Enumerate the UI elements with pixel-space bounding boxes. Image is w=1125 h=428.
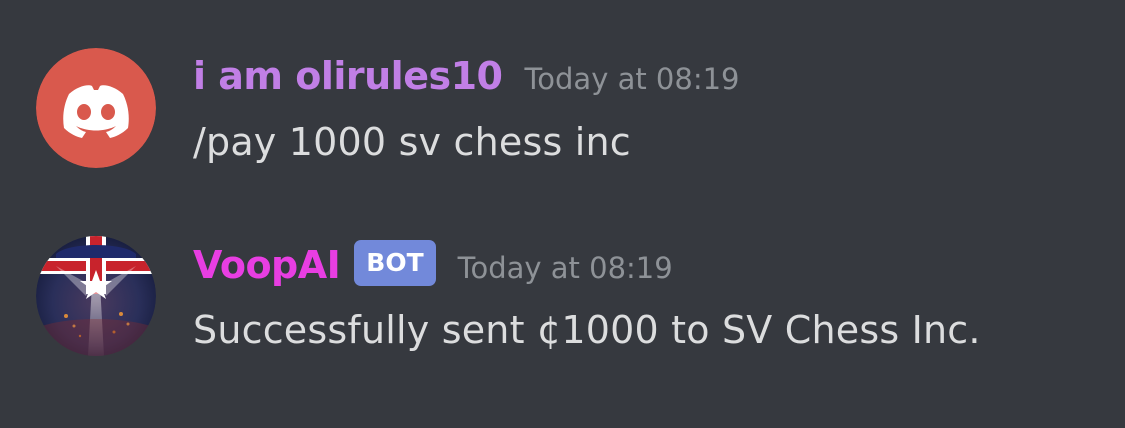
bot-avatar[interactable]: [36, 236, 156, 356]
bot-badge: BOT: [354, 240, 436, 286]
message-header: i am olirules10 Today at 08:19: [193, 54, 740, 116]
chat-messages: i am olirules10 Today at 08:19 /pay 1000 …: [0, 0, 1125, 428]
flag-globe-avatar-icon: [36, 236, 156, 356]
message-header: VoopAI BOT Today at 08:19: [193, 240, 673, 304]
message-text: /pay 1000 sv chess inc: [193, 120, 631, 164]
user-avatar[interactable]: [36, 48, 156, 168]
username[interactable]: VoopAI: [193, 243, 341, 287]
timestamp: Today at 08:19: [457, 251, 673, 285]
username[interactable]: i am olirules10: [193, 54, 503, 98]
timestamp: Today at 08:19: [524, 62, 740, 96]
discord-default-avatar-icon: [36, 48, 156, 168]
message-text: Successfully sent ¢1000 to SV Chess Inc.: [193, 308, 981, 352]
